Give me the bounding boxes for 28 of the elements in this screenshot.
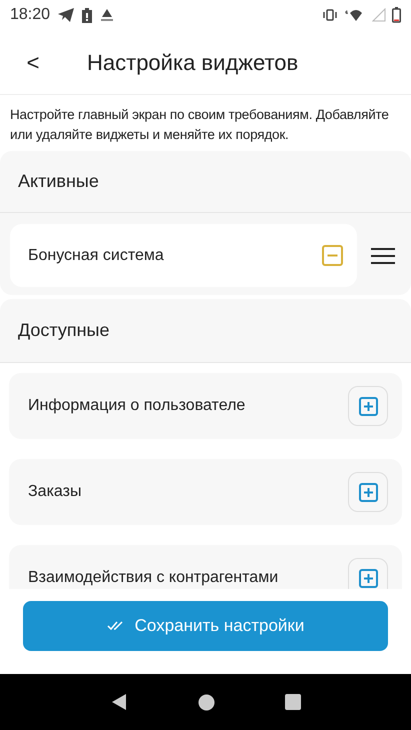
section-title: Доступные: [18, 319, 110, 342]
widget-label: Заказы: [28, 482, 82, 502]
section-title: Активные: [18, 170, 99, 193]
widget-label: Взаимодействия с контрагентами: [28, 568, 278, 588]
remove-button[interactable]: [321, 244, 343, 266]
description-text: Настройте главный экран по своим требованиям. Добавляйте или удаляйте виджеты и меняйте их порядок.: [9, 106, 390, 144]
vibrate-icon: [322, 9, 338, 21]
back-nav-icon[interactable]: [110, 693, 128, 711]
battery-icon: [392, 7, 401, 23]
widget-label: Бонусная система: [28, 246, 164, 266]
widget-label: Информация о пользователе: [28, 396, 246, 416]
plus-square-icon: [358, 396, 378, 416]
back-button[interactable]: <: [18, 46, 48, 78]
minus-square-icon: [322, 245, 342, 266]
plus-square-icon: [358, 482, 378, 502]
signal-icon: [372, 8, 386, 22]
status-time: 18:20: [10, 5, 50, 25]
add-button[interactable]: [348, 558, 388, 589]
add-button[interactable]: [348, 472, 388, 512]
home-nav-icon[interactable]: [198, 694, 215, 710]
plus-square-icon: [358, 568, 378, 588]
paper-plane-icon: [58, 8, 74, 22]
double-check-icon: [106, 621, 125, 631]
drag-handle-icon[interactable]: [371, 248, 395, 264]
triangle-icon: [100, 8, 114, 22]
add-button[interactable]: [348, 386, 388, 426]
page-title: Настройка виджетов: [87, 48, 298, 77]
alert-battery-icon: [82, 8, 92, 22]
